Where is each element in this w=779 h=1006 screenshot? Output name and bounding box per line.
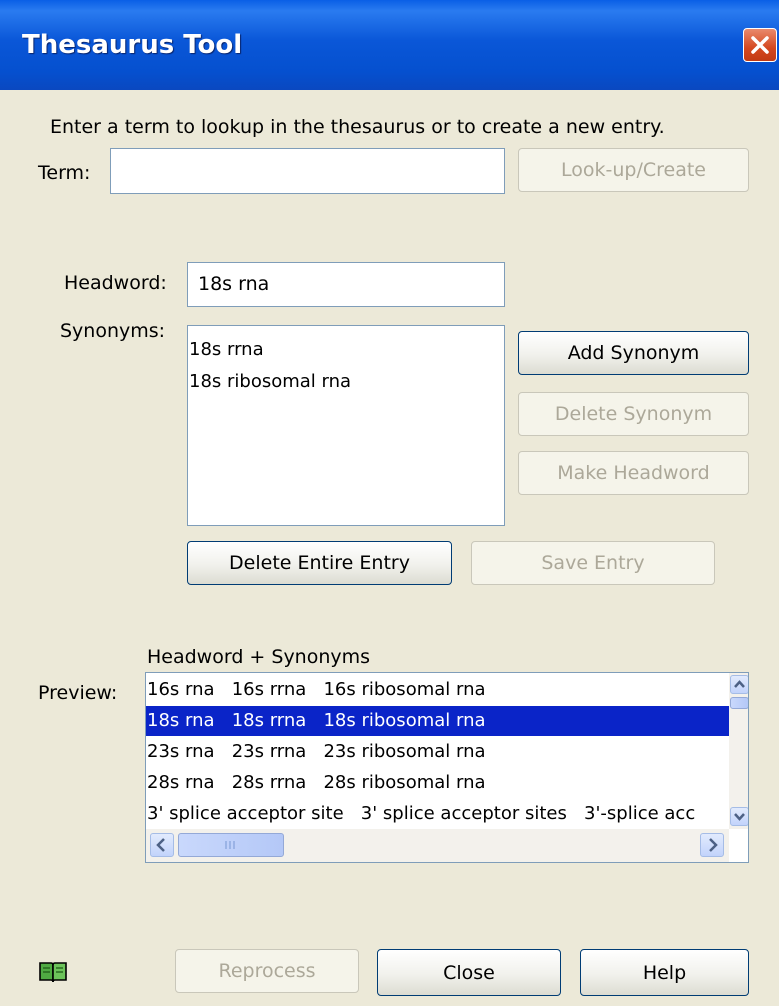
headword-input[interactable]: 18s rna — [187, 262, 505, 307]
close-icon — [751, 36, 769, 54]
lookup-create-button[interactable]: Look-up/Create — [518, 148, 749, 192]
title-bar[interactable]: Thesaurus Tool — [0, 0, 779, 90]
preview-header: Headword + Synonyms — [147, 646, 371, 668]
reprocess-button[interactable]: Reprocess — [175, 949, 359, 993]
term-label: Term: — [38, 162, 91, 184]
vertical-scrollbar[interactable] — [729, 673, 748, 829]
synonym-item[interactable]: 18s ribosomal rna — [189, 367, 351, 397]
preview-label: Preview: — [38, 682, 118, 704]
preview-list[interactable]: 16s rna 16s rrna 16s ribosomal rna 18s rn… — [145, 672, 749, 863]
chevron-up-icon — [734, 680, 745, 688]
headword-label: Headword: — [64, 272, 167, 294]
help-button[interactable]: Help — [580, 949, 749, 996]
synonyms-list[interactable]: 18s rrna 18s ribosomal rna — [187, 325, 505, 526]
synonym-item[interactable]: 18s rrna — [189, 335, 264, 365]
vertical-scroll-thumb[interactable] — [730, 697, 748, 709]
delete-entire-entry-button[interactable]: Delete Entire Entry — [187, 541, 452, 585]
preview-row[interactable]: 23s rna 23s rrna 23s ribosomal rna — [146, 737, 730, 767]
term-input[interactable] — [110, 148, 505, 194]
grip-icon — [225, 841, 235, 849]
scroll-left-button[interactable] — [150, 833, 174, 857]
thesaurus-window: Thesaurus Tool Enter a term to lookup in… — [0, 0, 779, 1006]
scroll-right-button[interactable] — [700, 833, 724, 857]
horizontal-scroll-thumb[interactable] — [178, 833, 284, 857]
chevron-left-icon — [156, 838, 165, 852]
book-icon — [38, 960, 68, 984]
window-title: Thesaurus Tool — [22, 30, 243, 60]
scroll-down-button[interactable] — [730, 807, 748, 826]
close-button[interactable]: Close — [377, 949, 561, 996]
preview-row[interactable]: 18s rna 18s rrna 18s ribosomal rna — [146, 706, 730, 736]
preview-row[interactable]: 16s rna 16s rrna 16s ribosomal rna — [146, 675, 730, 705]
synonyms-label: Synonyms: — [60, 320, 166, 342]
close-window-button[interactable] — [743, 28, 777, 62]
preview-row[interactable]: 3' splice acceptor site 3' splice accept… — [146, 799, 730, 829]
scroll-up-button[interactable] — [730, 675, 748, 694]
horizontal-scrollbar[interactable] — [146, 829, 729, 862]
intro-text: Enter a term to lookup in the thesaurus … — [50, 116, 665, 138]
delete-synonym-button[interactable]: Delete Synonym — [518, 392, 749, 436]
make-headword-button[interactable]: Make Headword — [518, 451, 749, 495]
save-entry-button[interactable]: Save Entry — [471, 541, 715, 585]
chevron-down-icon — [734, 813, 745, 821]
chevron-right-icon — [709, 838, 718, 852]
add-synonym-button[interactable]: Add Synonym — [518, 331, 749, 375]
preview-row[interactable]: 28s rna 28s rrna 28s ribosomal rna — [146, 768, 730, 798]
